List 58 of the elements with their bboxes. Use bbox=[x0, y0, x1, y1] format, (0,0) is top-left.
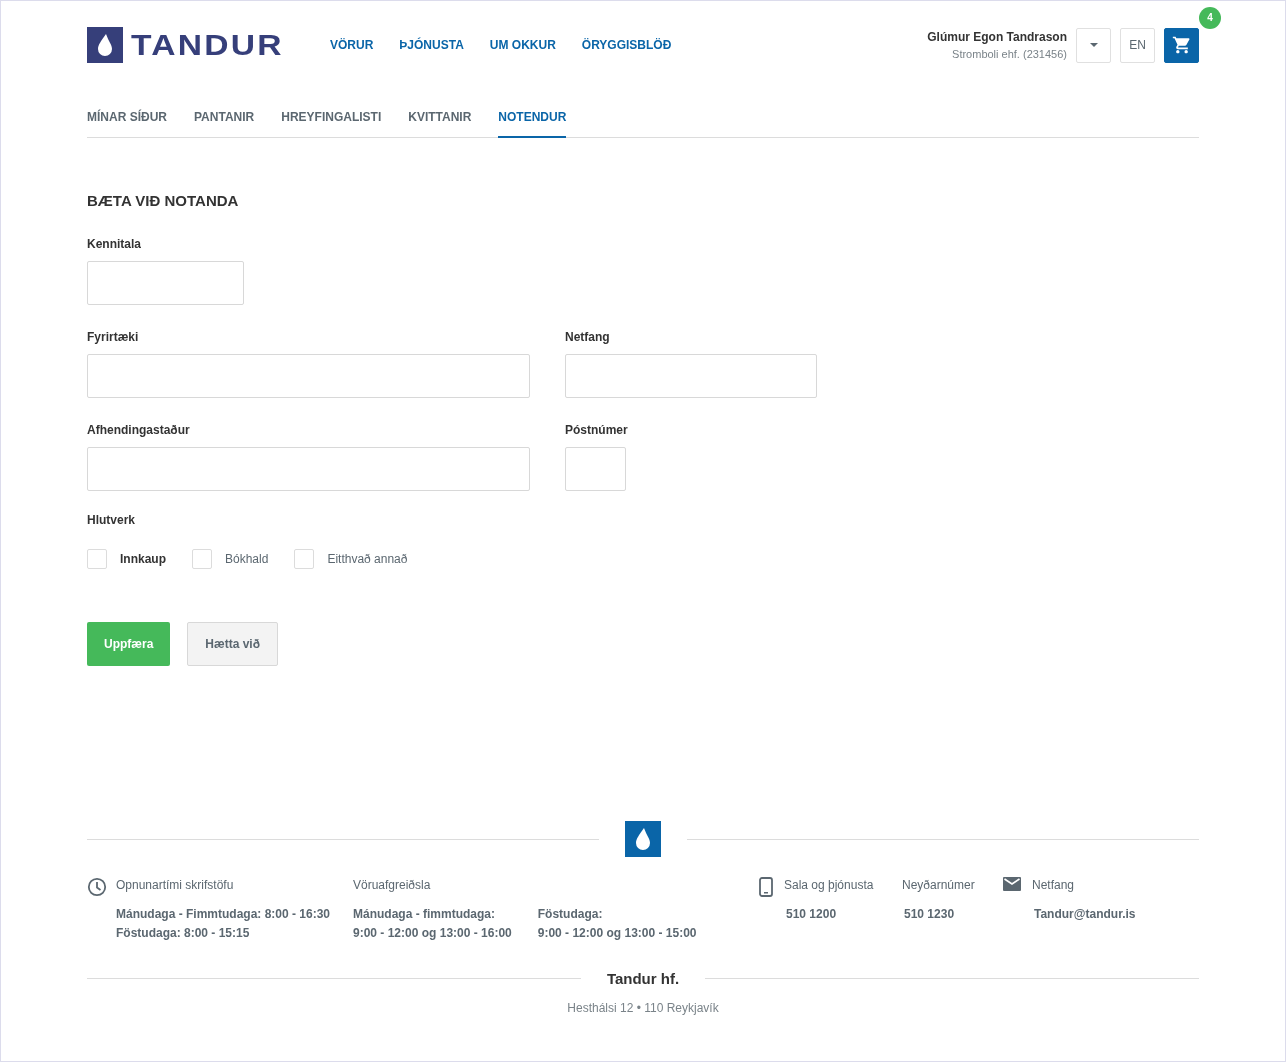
input-field[interactable] bbox=[565, 447, 626, 491]
checkbox[interactable] bbox=[192, 549, 212, 569]
language-button[interactable]: EN bbox=[1120, 27, 1155, 63]
input-field[interactable] bbox=[87, 261, 244, 305]
delivery-hours-text: 9:00 - 12:00 og 13:00 - 15:00 bbox=[537, 926, 697, 940]
form-title: BÆTA VIÐ NOTANDA bbox=[87, 192, 240, 209]
footer-heading: Vöruafgreiðsla bbox=[353, 877, 432, 893]
input-field[interactable] bbox=[87, 354, 530, 398]
nav-link[interactable]: ÖRYGGISBLÖÐ bbox=[581, 38, 672, 52]
droplet-logo-icon bbox=[625, 821, 661, 857]
tab[interactable]: PANTANIR bbox=[194, 104, 255, 138]
field-label: Kennitala bbox=[87, 237, 142, 251]
field-label: Fyrirtæki bbox=[87, 330, 140, 344]
nav-link[interactable]: UM OKKUR bbox=[489, 38, 556, 52]
cart-count-badge: 4 bbox=[1199, 6, 1221, 29]
phone-number: 510 1200 bbox=[785, 907, 838, 921]
company-address: Hesthálsi 12 • 110 Reykjavík bbox=[567, 1001, 719, 1015]
checkbox[interactable] bbox=[87, 549, 107, 569]
brand-name: TANDUR bbox=[131, 28, 284, 62]
opening-hours-text: Föstudaga: 8:00 - 15:15 bbox=[116, 926, 251, 940]
nav-link[interactable]: ÞJÓNUSTA bbox=[399, 38, 464, 52]
field-label: Afhendingastaður bbox=[87, 423, 191, 437]
tab[interactable]: MÍNAR SÍÐUR bbox=[87, 104, 167, 138]
checkbox[interactable] bbox=[294, 549, 315, 569]
user-company: Stromboli ehf. (231456) bbox=[952, 48, 1067, 60]
input-field[interactable] bbox=[87, 447, 530, 491]
company-name: Tandur hf. bbox=[606, 970, 680, 987]
tab[interactable]: HREYFINGALISTI bbox=[281, 104, 382, 138]
roles-label: Hlutverk bbox=[87, 513, 136, 527]
account-dropdown-button[interactable] bbox=[1076, 27, 1111, 63]
delivery-hours-text: Föstudaga: bbox=[537, 907, 604, 921]
caret-icon bbox=[1088, 42, 1099, 48]
contact-label: Netfang bbox=[1032, 877, 1076, 893]
checkbox-label: Eitthvað annað bbox=[327, 552, 408, 566]
opening-hours-text: Mánudaga - Fimmtudaga: 8:00 - 16:30 bbox=[116, 907, 331, 921]
footer-heading: Opnunartími skrifstöfu bbox=[116, 877, 235, 893]
phone-icon bbox=[759, 877, 773, 897]
contact-label: Sala og þjónusta bbox=[784, 877, 874, 893]
contact-label: Neyðarnúmer bbox=[902, 877, 975, 893]
droplet-logo-icon bbox=[87, 27, 123, 63]
delivery-hours-text: Mánudaga - fimmtudaga: bbox=[353, 907, 496, 921]
user-name: Glúmur Egon Tandrason bbox=[927, 30, 1067, 44]
delivery-hours-text: 9:00 - 12:00 og 13:00 - 16:00 bbox=[353, 926, 512, 940]
tab[interactable]: NOTENDUR bbox=[498, 104, 567, 138]
field-label: Netfang bbox=[565, 330, 611, 344]
email-link[interactable]: Tandur@tandur.is bbox=[1032, 907, 1136, 921]
tab[interactable]: KVITTANIR bbox=[408, 104, 472, 138]
cart-icon bbox=[1171, 35, 1192, 55]
clock-icon bbox=[87, 877, 107, 897]
field-label: Póstnúmer bbox=[565, 423, 629, 437]
nav-link[interactable]: VÖRUR bbox=[330, 38, 374, 52]
cancel-button[interactable]: Hætta við bbox=[187, 622, 279, 666]
input-field[interactable] bbox=[565, 354, 817, 398]
checkbox-label: Innkaup bbox=[120, 552, 166, 566]
mail-icon bbox=[1003, 877, 1021, 891]
cart-button[interactable] bbox=[1164, 27, 1199, 63]
phone-number: 510 1230 bbox=[903, 907, 956, 921]
checkbox-label: Bókhald bbox=[225, 552, 269, 566]
